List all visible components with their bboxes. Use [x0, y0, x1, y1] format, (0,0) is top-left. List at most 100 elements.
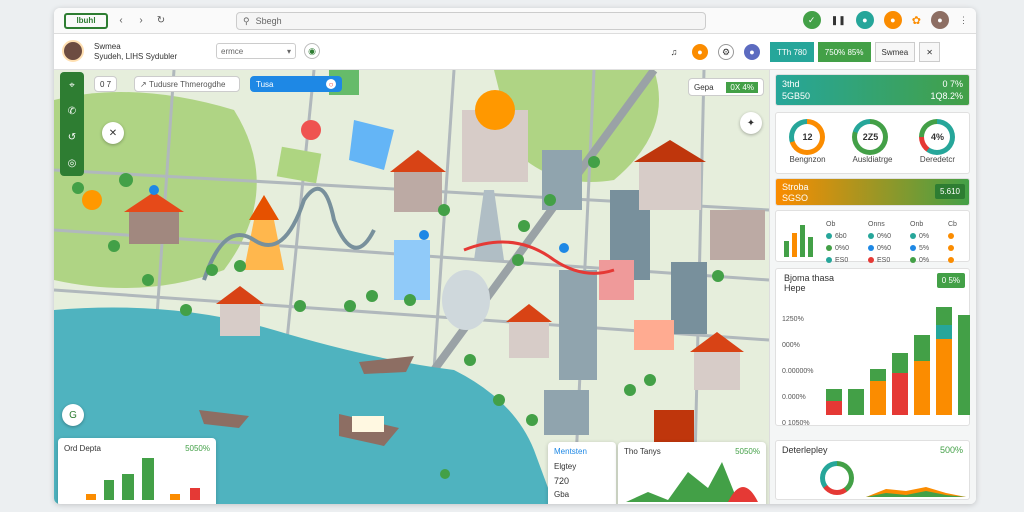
remove-icon[interactable]: ○ — [326, 79, 336, 89]
recenter-icon[interactable]: G — [62, 404, 84, 426]
mini-cell: 0%0 — [877, 233, 892, 240]
tab-overview[interactable]: TTh 780 — [770, 42, 814, 62]
score-value: 0X 4% — [726, 81, 758, 93]
donut-2-label: Ausldiatrge — [852, 155, 893, 164]
search-icon: ⚲ — [243, 15, 250, 26]
locate-icon[interactable]: ◎ — [68, 158, 77, 169]
stats-card-line1: Elgtey — [554, 462, 577, 471]
search-placeholder: Sbegh — [255, 16, 282, 26]
map-search-pill[interactable]: 0 7 — [94, 76, 118, 92]
back-icon[interactable]: ‹ — [114, 14, 128, 28]
top-bar: lbuhl ‹ › ↻ ⚲ Sbegh ✓ ❚❚ ● ● ✿ ● ⋮ — [54, 8, 976, 34]
avatar[interactable] — [62, 40, 84, 62]
sub-bar-icons: ♫ ● ⚙ ● — [666, 44, 760, 60]
secondary-left2: SGSO — [782, 193, 809, 203]
top-bar-actions: ✓ ❚❚ ● ● ✿ ● ⋮ — [802, 11, 968, 29]
refresh-icon[interactable]: ↻ — [154, 14, 168, 28]
more-icon[interactable]: ⋮ — [959, 15, 968, 26]
donut-3-value: 4% — [924, 124, 951, 150]
mini-cell: ES0 — [877, 257, 891, 264]
star-icon[interactable]: ✿ — [912, 14, 921, 27]
bottom-left-card[interactable]: Ord Depta 5050% — [58, 438, 216, 504]
stats-sidebar: 3thd 5GB50 0 7% 1Q8.2% 12 Bengnzon 2Z5 A… — [769, 70, 976, 504]
mini-col-title: Cb — [948, 221, 957, 228]
blue-pill-label: Tusa — [256, 79, 274, 89]
summary-left2: 5GB50 — [782, 91, 811, 101]
mini-col-2: Onns 0%0 0%0 ES0 — [868, 219, 891, 267]
compass-icon[interactable]: ✦ — [740, 112, 762, 134]
secondary-badge: 5.610 — [934, 184, 965, 199]
donut-3[interactable]: 4% Deredetcr — [919, 119, 956, 164]
stats-card[interactable]: Mentsten Elgtey 720 Gba — [548, 442, 616, 504]
mini-col-4: Cb — [948, 219, 957, 267]
phone-icon[interactable]: ✆ — [68, 106, 76, 117]
summary-right2: 1Q8.2% — [930, 91, 963, 101]
mini-col-title: Ob — [826, 221, 836, 228]
route-icon[interactable]: ↺ — [68, 132, 76, 143]
city-map[interactable]: ⌖ ✆ ↺ ◎ ✕ 0 7 ↗ Tudusre Thmerogdhe Tusa … — [54, 70, 769, 504]
mini-cell: 0% — [919, 233, 930, 240]
location-pill[interactable]: ↗ Tudusre Thmerogdhe — [134, 76, 240, 92]
score-pill[interactable]: Gepa 0X 4% — [688, 78, 764, 96]
location-button[interactable]: ◉ — [304, 43, 320, 59]
forward-icon[interactable]: › — [134, 14, 148, 28]
close-icon[interactable]: ✕ — [919, 42, 940, 62]
secondary-header[interactable]: Stroba SGSO 5.610 — [775, 178, 970, 206]
secondary-left: Stroba — [782, 182, 809, 192]
donut-3-label: Deredetcr — [919, 155, 956, 164]
bottom-stats-panel: Deterlepley 500% — [775, 440, 970, 500]
pause-icon[interactable]: ❚❚ — [831, 15, 846, 26]
view-tabs: TTh 780 750% 85% Swmea ✕ — [770, 42, 940, 62]
trend-card[interactable]: Tho Tanys 5050% — [618, 442, 766, 504]
app-logo[interactable]: lbuhl — [64, 12, 108, 29]
user-avatar-icon[interactable]: ● — [855, 11, 874, 29]
location-text: Tudusre Thmerogdhe — [148, 79, 226, 89]
donut-2[interactable]: 2Z5 Ausldiatrge — [852, 119, 893, 164]
filter-dropdown[interactable]: ermce ▾ — [216, 43, 296, 59]
pin-icon: ↗ — [140, 79, 147, 89]
settings-icon[interactable]: ⚙ — [718, 44, 734, 60]
search-input[interactable]: ⚲ Sbegh — [236, 12, 706, 30]
app-window: lbuhl ‹ › ↻ ⚲ Sbegh ✓ ❚❚ ● ● ✿ ● ⋮ Swmea… — [54, 8, 976, 504]
stats-card-line3: Gba — [554, 490, 570, 499]
bell-icon[interactable]: ♫ — [666, 44, 682, 60]
mini-cell: 6b0 — [835, 233, 847, 240]
status-icon[interactable]: ✓ — [802, 11, 821, 29]
dropdown-value: ermce — [221, 46, 244, 56]
notification-icon[interactable]: ● — [883, 11, 902, 29]
summary-right: 0 7% — [942, 79, 963, 89]
layers-icon[interactable]: ⌖ — [69, 80, 75, 91]
donut-1[interactable]: 12 Bengnzon — [789, 119, 826, 164]
account-icon[interactable]: ● — [744, 44, 760, 60]
donut-1-value: 12 — [794, 124, 821, 150]
map-mode-icon[interactable]: ✕ — [102, 122, 124, 144]
stacked-bar-chart — [826, 307, 970, 415]
blue-pill[interactable]: Tusa ○ — [250, 76, 342, 92]
mini-bar-chart — [784, 225, 813, 257]
summary-header[interactable]: 3thd 5GB50 0 7% 1Q8.2% — [775, 74, 970, 106]
mini-cell: 0%0 — [835, 245, 850, 252]
summary-left: 3thd — [782, 79, 800, 89]
mini-col-title: Onns — [868, 221, 885, 228]
sub-bar: Swmea Syudeh, LIHS Sydubler ermce ▾ ◉ ♫ … — [54, 34, 976, 70]
user-subtitle: Syudeh, LIHS Sydubler — [94, 52, 178, 61]
mini-cell: 0% — [919, 257, 930, 264]
donut-row: 12 Bengnzon 2Z5 Ausldiatrge 4% Deredetcr — [775, 112, 970, 174]
mini-col-1: Ob 6b0 0%0 ES0 — [826, 219, 849, 267]
score-label: Gepa — [694, 82, 714, 92]
alert-icon[interactable]: ● — [692, 44, 708, 60]
donut-2-value: 2Z5 — [857, 124, 884, 150]
stats-card-title: Mentsten — [554, 447, 587, 456]
profile-icon[interactable]: ● — [931, 11, 949, 29]
mini-col-3: Onb 0% 5% 0% — [910, 219, 929, 267]
tab-stats[interactable]: 750% 85% — [817, 42, 871, 62]
tab-summary[interactable]: Swmea — [874, 42, 916, 62]
mini-cell: ES0 — [835, 257, 849, 264]
mini-stats: Ob 6b0 0%0 ES0 Onns 0%0 0%0 ES0 Onb 0% 5… — [775, 210, 970, 264]
map-toolbar: ⌖ ✆ ↺ ◎ — [60, 72, 84, 176]
user-info: Swmea Syudeh, LIHS Sydubler — [94, 42, 177, 62]
stats-card-line2: 720 — [554, 476, 570, 486]
mini-cell: 0%0 — [877, 245, 892, 252]
user-name: Swmea — [94, 42, 121, 51]
chevron-down-icon: ▾ — [286, 46, 291, 56]
